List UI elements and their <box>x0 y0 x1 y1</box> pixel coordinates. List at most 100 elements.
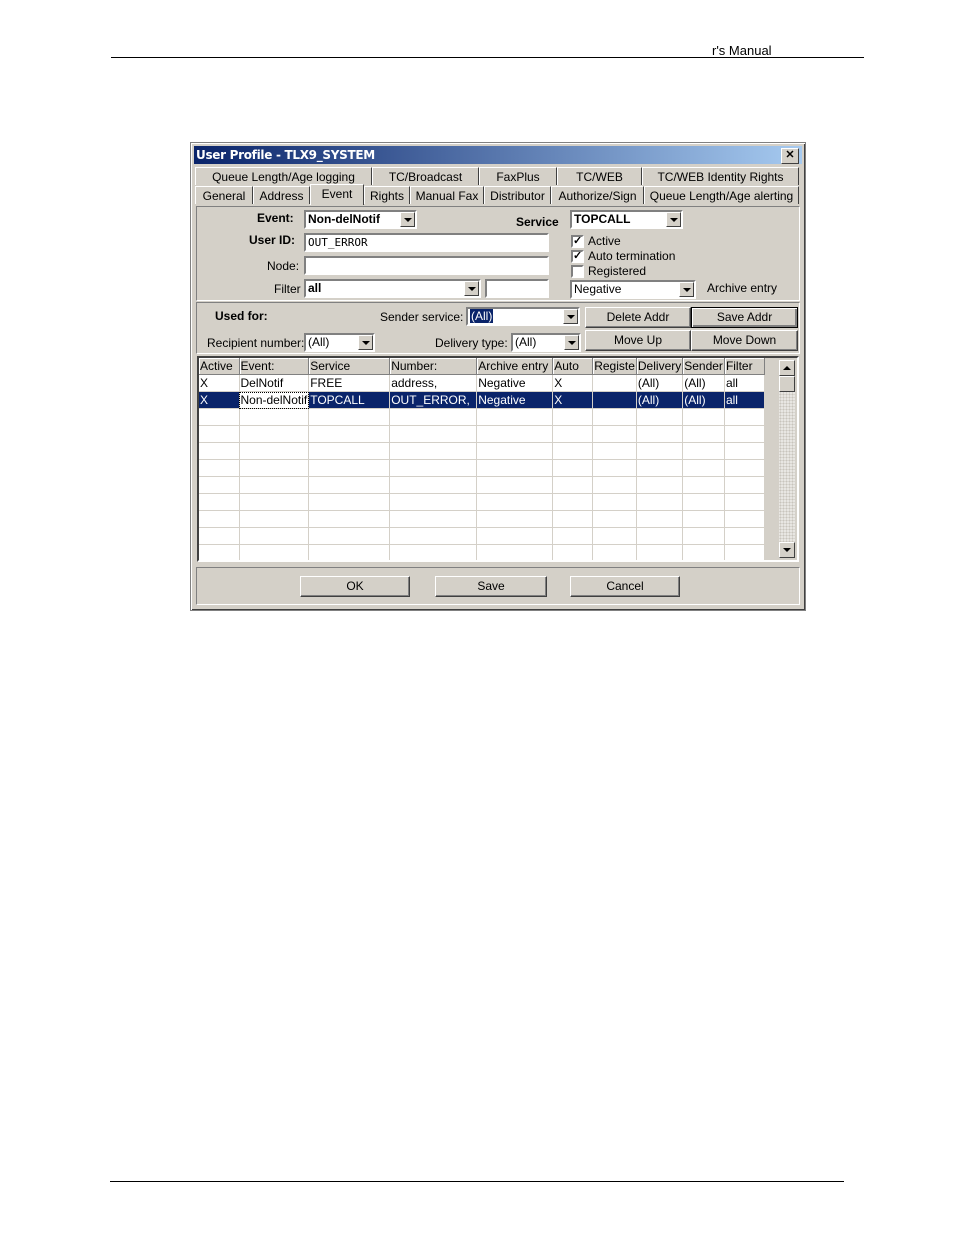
table-cell[interactable]: (All) <box>636 374 684 392</box>
scroll-down-icon[interactable] <box>779 542 795 558</box>
column-header[interactable]: Registe <box>592 358 637 375</box>
table-cell[interactable]: (All) <box>682 391 725 409</box>
chevron-down-icon[interactable] <box>358 335 373 350</box>
move-down-button[interactable]: Move Down <box>691 330 798 351</box>
table-cell[interactable] <box>552 459 594 477</box>
column-header[interactable]: Number: <box>389 358 478 375</box>
table-cell[interactable] <box>552 442 594 460</box>
chevron-down-icon[interactable] <box>400 212 415 227</box>
table-cell[interactable]: DelNotif <box>239 374 310 392</box>
table-cell[interactable] <box>552 493 594 511</box>
table-row-empty[interactable] <box>199 459 765 477</box>
table-row[interactable]: X DelNotif FREE address, Negative X (All) (All)… <box>199 374 765 392</box>
table-cell[interactable] <box>389 425 478 443</box>
table-cell[interactable]: (All) <box>636 391 684 409</box>
table-cell[interactable] <box>476 544 554 560</box>
service-select[interactable]: TOPCALL <box>570 210 683 229</box>
tab-rights[interactable]: Rights <box>364 186 410 204</box>
table-cell[interactable] <box>682 408 725 426</box>
tab-address[interactable]: Address <box>253 186 310 204</box>
table-cell[interactable] <box>476 527 554 545</box>
table-cell[interactable] <box>389 459 478 477</box>
table-cell[interactable] <box>636 527 684 545</box>
table-cell[interactable]: X <box>552 391 594 409</box>
delivery-type-select[interactable]: (All) <box>511 333 581 352</box>
scroll-thumb[interactable] <box>779 376 795 392</box>
close-button[interactable]: ✕ <box>781 148 799 164</box>
table-cell[interactable] <box>389 476 478 494</box>
table-cell[interactable] <box>724 493 765 511</box>
archive-entry-select[interactable]: Negative <box>570 280 696 299</box>
table-cell[interactable]: (All) <box>682 374 725 392</box>
table-cell[interactable] <box>389 493 478 511</box>
table-cell[interactable] <box>239 408 310 426</box>
table-cell[interactable] <box>724 527 765 545</box>
chevron-down-icon[interactable] <box>666 212 681 227</box>
table-cell[interactable]: Negative <box>476 374 554 392</box>
tab-distributor[interactable]: Distributor <box>484 186 551 204</box>
column-header[interactable]: Event: <box>239 358 310 375</box>
column-header[interactable]: Active <box>199 358 240 375</box>
filter-select[interactable]: all <box>304 279 481 298</box>
table-cell[interactable] <box>239 476 310 494</box>
table-cell[interactable] <box>476 425 554 443</box>
table-cell[interactable] <box>239 544 310 560</box>
table-cell[interactable] <box>592 408 637 426</box>
chevron-down-icon[interactable] <box>464 281 479 296</box>
column-header[interactable]: Archive entry <box>476 358 554 375</box>
table-row-empty[interactable] <box>199 510 765 528</box>
table-cell[interactable] <box>724 408 765 426</box>
table-cell[interactable] <box>724 544 765 560</box>
column-header[interactable]: Sender <box>682 358 725 375</box>
table-cell[interactable] <box>308 459 391 477</box>
table-cell[interactable] <box>636 544 684 560</box>
table-cell[interactable] <box>592 425 637 443</box>
table-cell[interactable] <box>592 459 637 477</box>
active-checkbox[interactable]: ✓ <box>571 235 584 248</box>
table-cell[interactable] <box>592 510 637 528</box>
table-cell[interactable] <box>476 408 554 426</box>
table-cell[interactable] <box>552 527 594 545</box>
tab-authorize-sign[interactable]: Authorize/Sign <box>551 186 644 204</box>
table-cell[interactable]: X <box>199 374 240 392</box>
table-cell[interactable] <box>476 476 554 494</box>
node-input[interactable] <box>304 256 549 275</box>
table-cell[interactable] <box>239 442 310 460</box>
tab-event[interactable]: Event <box>310 184 364 205</box>
table-cell[interactable] <box>636 425 684 443</box>
table-row-empty[interactable] <box>199 544 765 560</box>
chevron-down-icon[interactable] <box>563 309 578 324</box>
tab-manual-fax[interactable]: Manual Fax <box>410 186 484 204</box>
table-cell[interactable] <box>682 442 725 460</box>
table-cell[interactable] <box>592 527 637 545</box>
cancel-button[interactable]: Cancel <box>570 576 680 597</box>
table-cell[interactable] <box>682 476 725 494</box>
sender-service-select[interactable]: (All) <box>466 307 580 326</box>
userid-input[interactable]: OUT_ERROR <box>304 233 549 252</box>
tab-general[interactable]: General <box>195 186 253 204</box>
column-header[interactable]: Filter <box>724 358 765 375</box>
table-cell[interactable] <box>199 544 240 560</box>
table-cell[interactable] <box>592 391 637 409</box>
save-button[interactable]: Save <box>435 576 547 597</box>
table-row[interactable]: X Non-delNotif TOPCALL OUT_ERROR, Negative X(… <box>199 391 765 409</box>
table-cell[interactable] <box>199 476 240 494</box>
table-cell[interactable] <box>592 476 637 494</box>
table-cell[interactable] <box>199 459 240 477</box>
table-cell[interactable] <box>199 510 240 528</box>
table-cell[interactable]: FREE <box>308 374 391 392</box>
table-cell[interactable] <box>476 510 554 528</box>
save-addr-button[interactable]: Save Addr <box>691 307 798 328</box>
table-cell[interactable] <box>308 527 391 545</box>
table-cell[interactable] <box>592 374 637 392</box>
table-cell[interactable] <box>592 544 637 560</box>
table-cell[interactable] <box>389 544 478 560</box>
table-cell[interactable] <box>199 527 240 545</box>
table-row-empty[interactable] <box>199 476 765 494</box>
table-cell[interactable] <box>199 442 240 460</box>
filter-extra-input[interactable] <box>485 279 549 298</box>
table-cell[interactable]: all <box>724 391 765 409</box>
column-header[interactable]: Auto <box>552 358 594 375</box>
table-cell[interactable] <box>636 442 684 460</box>
event-select[interactable]: Non-delNotif <box>304 210 417 229</box>
